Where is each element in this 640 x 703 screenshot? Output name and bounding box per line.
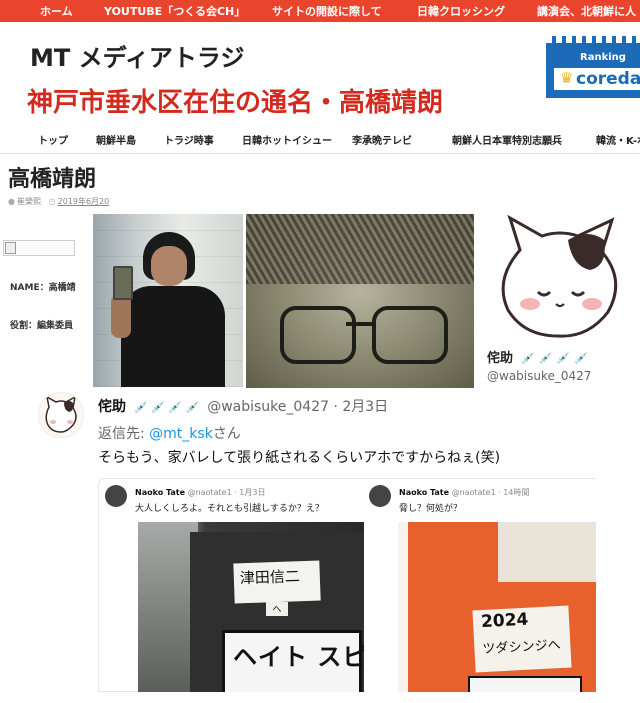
menu-item-volunteer-soldiers[interactable]: 朝鮮人日本軍特別志願兵 — [452, 132, 562, 147]
post-meta: ● 崔榮熙 ◷ 2019年6月20 — [8, 196, 109, 207]
ranking-brand: coreda — [576, 69, 640, 89]
ranking-label: Ranking — [580, 52, 626, 63]
avatar — [105, 485, 127, 507]
bottom-sticker — [468, 676, 582, 692]
twitter-profile-handle: @wabisuke_0427 — [487, 369, 592, 383]
tweet-header: 侘助 💉 💉 💉 💉 @wabisuke_0427 · 2月3日 — [98, 396, 388, 416]
top-nav-crossing[interactable]: 日韓クロッシング — [417, 3, 505, 19]
top-nav-lecture[interactable]: 講演会、北朝鮮に人 — [537, 3, 636, 19]
profile-name-label: NAME：高橋靖 — [10, 283, 76, 293]
site-title[interactable]: MT メディアトラジ — [30, 38, 244, 73]
menu-item-hot-issue[interactable]: 日韓ホットイシュー — [242, 132, 332, 147]
face-closeup-photo — [246, 214, 474, 389]
ranking-banner[interactable]: Ranking ♛ coreda — [546, 36, 640, 98]
profile-role-label: 役割：編集委員 — [10, 321, 74, 331]
cat-mascot-image — [501, 214, 618, 338]
post-date: 2019年6月20 — [57, 197, 110, 206]
reply-mention-link[interactable]: @mt_ksk — [149, 426, 213, 442]
crown-icon: ♛ — [560, 69, 574, 87]
tweet-author-name[interactable]: 侘助 — [98, 399, 126, 415]
name-sticker-suffix: へ — [266, 602, 288, 616]
menu-item-hallyu[interactable]: 韓流・K-ポ — [596, 132, 640, 147]
top-nav-about[interactable]: サイトの開設に際して — [272, 3, 382, 19]
phone-in-photo — [113, 266, 133, 300]
hate-speech-sticker: ヘイト スピーチ — [222, 630, 364, 692]
tweet-avatar[interactable] — [38, 392, 84, 438]
tweet-text: そらもう、家バレして張り紙されるくらいアホですからねぇ(笑) — [98, 450, 501, 466]
quoted-tweet-text: 大人しくしろよ。それとも引越しするか？え？ — [135, 504, 324, 514]
year-name-sticker: 2024 ツダシンジへ — [472, 605, 572, 673]
user-icon: ● — [8, 197, 15, 206]
tweet-handle-date[interactable]: @wabisuke_0427 · 2月3日 — [207, 399, 388, 415]
quoted-tweet-header: Naoko Tate @naotate1 · 1月3日 — [135, 488, 266, 497]
film-strip-decoration — [546, 36, 640, 43]
syringe-icon: 💉 💉 💉 💉 — [517, 352, 588, 365]
top-nav-bar: ホーム YOUTUBE「つくる会CH」 サイトの開設に際して 日韓クロッシング … — [0, 0, 640, 22]
mirror-selfie-photo — [93, 214, 243, 387]
top-nav-youtube[interactable]: YOUTUBE「つくる会CH」 — [104, 3, 245, 19]
cat-avatar-icon — [45, 395, 77, 433]
broken-image-icon — [5, 242, 16, 254]
quoted-tweet-text: 脅し？何処が？ — [399, 504, 463, 514]
site-subtitle: 神戸市垂水区在住の通名・高橋靖朗 — [27, 88, 444, 118]
post-title: 高橋靖朗 — [8, 167, 97, 192]
tweet-reply-to: 返信先: @mt_kskさん — [98, 426, 241, 442]
menu-item-syngman-rhee-tv[interactable]: 李承晩テレビ — [352, 132, 412, 147]
post-author[interactable]: 崔榮熙 — [17, 197, 41, 206]
door-sticker-photo: 津田信二 へ ヘイト スピーチ — [138, 522, 364, 692]
menu-item-top[interactable]: トップ — [38, 132, 68, 147]
top-nav-home[interactable]: ホーム — [40, 3, 73, 19]
name-sticker: 津田信二 — [233, 560, 321, 604]
orange-door-photo: 2024 ツダシンジへ — [398, 522, 596, 692]
quoted-tweet-header: Naoko Tate @naotate1 · 14時間 — [399, 488, 530, 497]
main-menu: トップ 朝鮮半島 トラジ時事 日韓ホットイシュー 李承晩テレビ 朝鮮人日本軍特別… — [0, 125, 640, 154]
avatar — [369, 485, 391, 507]
broken-image — [3, 240, 75, 256]
syringe-icon: 💉 💉 💉 💉 — [130, 401, 203, 414]
menu-item-toraji-news[interactable]: トラジ時事 — [164, 132, 214, 147]
twitter-profile-name: 侘助 💉 💉 💉 💉 — [487, 351, 588, 366]
menu-item-korean-peninsula[interactable]: 朝鮮半島 — [96, 132, 136, 147]
clock-icon: ◷ — [48, 197, 56, 206]
